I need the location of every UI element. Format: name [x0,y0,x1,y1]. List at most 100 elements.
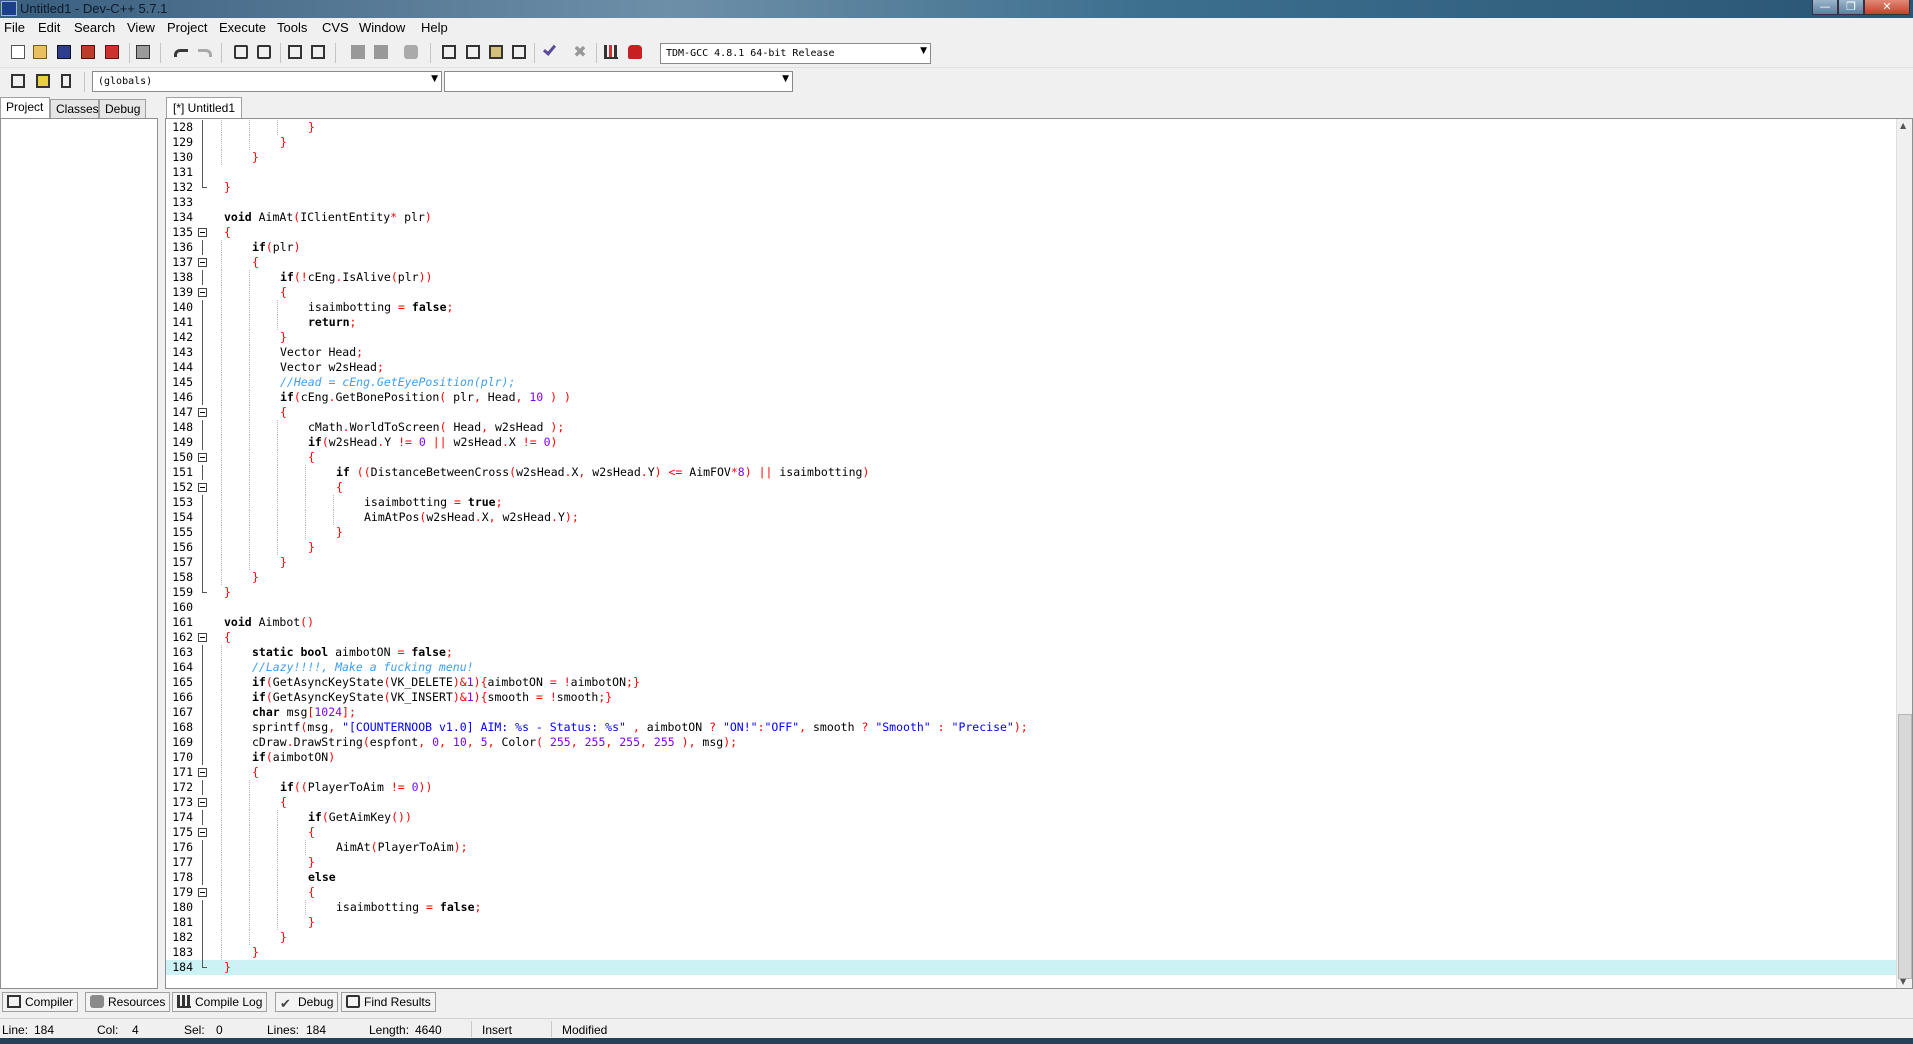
editor-tab-untitled1[interactable]: [*] Untitled1 [166,97,243,119]
code-line[interactable]: 147 { [166,405,1898,420]
compiler-select[interactable]: TDM-GCC 4.8.1 64-bit Release ▼ [660,43,931,64]
scroll-down-icon[interactable]: ▼ [1900,977,1906,986]
code-line[interactable]: 181} [166,915,1898,930]
indent-button[interactable] [286,43,304,61]
vertical-scrollbar[interactable]: ▲ ▼ [1896,119,1912,988]
tab-classes[interactable]: Classes [50,99,99,119]
code-line[interactable]: 179 { [166,885,1898,900]
close-file-button[interactable] [103,43,121,61]
code-line[interactable]: 178 else [166,870,1898,885]
menu-project[interactable]: Project [167,20,207,35]
code-line[interactable]: 139 { [166,285,1898,300]
code-line[interactable]: 175 { [166,825,1898,840]
code-line[interactable]: 172 if((PlayerToAim != 0)) [166,780,1898,795]
undo-button[interactable] [172,43,190,61]
code-line[interactable]: 183} [166,945,1898,960]
tab-compiler[interactable]: Compiler [2,992,79,1012]
code-line[interactable]: 141 return; [166,315,1898,330]
code-line[interactable]: 134 void AimAt(IClientEntity* plr) [166,210,1898,225]
tab-find-results[interactable]: Find Results [341,992,436,1012]
code-line[interactable]: 169 cDraw.DrawString(espfont, 0, 10, 5, C… [166,735,1898,750]
code-line[interactable]: 156} [166,540,1898,555]
code-line[interactable]: 135 { [166,225,1898,240]
code-line[interactable]: 144 Vector w2sHead; [166,360,1898,375]
menu-view[interactable]: View [127,20,155,35]
code-line[interactable]: 163 static bool aimbotON = false; [166,645,1898,660]
code-line[interactable]: 177} [166,855,1898,870]
fold-toggle-icon[interactable] [198,225,207,240]
code-line[interactable]: 143 Vector Head; [166,345,1898,360]
code-line[interactable]: 159} [166,585,1898,600]
panel-splitter[interactable] [158,97,165,989]
replace-button[interactable] [255,43,273,61]
open-button[interactable] [31,43,49,61]
code-line[interactable]: 176 AimAt(PlayerToAim); [166,840,1898,855]
save-all-button[interactable] [79,43,97,61]
close-button[interactable]: ✕ [1864,0,1910,15]
code-line[interactable]: 160 [166,600,1898,615]
code-line[interactable]: 152 { [166,480,1898,495]
code-line[interactable]: 168 sprintf(msg, "[COUNTERNOOB v1.0] AIM:… [166,720,1898,735]
code-line[interactable]: 136 if(plr) [166,240,1898,255]
fold-toggle-icon[interactable] [198,255,207,270]
code-line[interactable]: 130} [166,150,1898,165]
prev-bookmark-button[interactable] [349,43,367,61]
tab-debug[interactable]: Debug [99,99,146,119]
code-line[interactable]: 153 isaimbotting = true; [166,495,1898,510]
scroll-up-icon[interactable]: ▲ [1900,121,1906,130]
menu-tools[interactable]: Tools [277,20,307,35]
fold-toggle-icon[interactable] [198,405,207,420]
code-line[interactable]: 128} [166,120,1898,135]
code-line[interactable]: 165 if(GetAsyncKeyState(VK_DELETE)&1){aim… [166,675,1898,690]
menu-execute[interactable]: Execute [219,20,266,35]
redo-button[interactable] [196,43,214,61]
code-line[interactable]: 174 if(GetAimKey()) [166,810,1898,825]
toolbars-button[interactable] [510,43,528,61]
fold-toggle-icon[interactable] [198,285,207,300]
menu-edit[interactable]: Edit [38,20,60,35]
code-line[interactable]: 142} [166,330,1898,345]
goto-declaration-button[interactable] [9,72,27,90]
code-line[interactable]: 140 isaimbotting = false; [166,300,1898,315]
code-line[interactable]: 146 if(cEng.GetBonePosition( plr, Head, 1… [166,390,1898,405]
code-line[interactable]: 157} [166,555,1898,570]
tab-project[interactable]: Project [0,97,50,119]
menu-search[interactable]: Search [74,20,115,35]
toggle-bookmark-button[interactable] [402,43,420,61]
find-button[interactable] [232,43,250,61]
code-line[interactable]: 161 void Aimbot() [166,615,1898,630]
save-button[interactable] [55,43,73,61]
code-editor[interactable]: 128} 129} 130} 131 132} 133 134 void AimAt(ICli… [165,118,1913,989]
code-line[interactable]: 132} [166,180,1898,195]
goto-definition-button[interactable] [34,72,52,90]
code-line[interactable]: 150 { [166,450,1898,465]
print-button[interactable] [134,43,152,61]
fold-toggle-icon[interactable] [198,450,207,465]
code-line[interactable]: 162 { [166,630,1898,645]
stop-button[interactable]: ✖ [571,43,589,61]
new-file-button[interactable] [9,43,27,61]
profile-button[interactable] [602,43,620,61]
project-tree-panel[interactable] [0,118,158,989]
code-line[interactable]: 137 { [166,255,1898,270]
scrollbar-thumb[interactable] [1898,714,1912,979]
fold-toggle-icon[interactable] [198,480,207,495]
scope-select[interactable]: (globals) ▼ [92,71,442,92]
code-line[interactable]: 158} [166,570,1898,585]
fold-toggle-icon[interactable] [198,765,207,780]
maximize-button[interactable]: ❐ [1838,0,1864,15]
unindent-button[interactable] [309,43,327,61]
menu-window[interactable]: Window [359,20,405,35]
code-line[interactable]: 131 [166,165,1898,180]
tab-compile-log[interactable]: Compile Log [172,992,268,1012]
project-manager-button[interactable] [440,43,458,61]
code-line[interactable]: 180 isaimbotting = false; [166,900,1898,915]
code-line[interactable]: 133 [166,195,1898,210]
code-line[interactable]: 138 if(!cEng.IsAlive(plr)) [166,270,1898,285]
code-line[interactable]: 151 if ((DistanceBetweenCross(w2sHead.X, … [166,465,1898,480]
code-line[interactable]: 164 //Lazy!!!!, Make a fucking menu! [166,660,1898,675]
check-syntax-button[interactable] [541,42,559,61]
debug-run-button[interactable] [626,43,644,61]
code-line[interactable]: 155} [166,525,1898,540]
fold-toggle-icon[interactable] [198,885,207,900]
